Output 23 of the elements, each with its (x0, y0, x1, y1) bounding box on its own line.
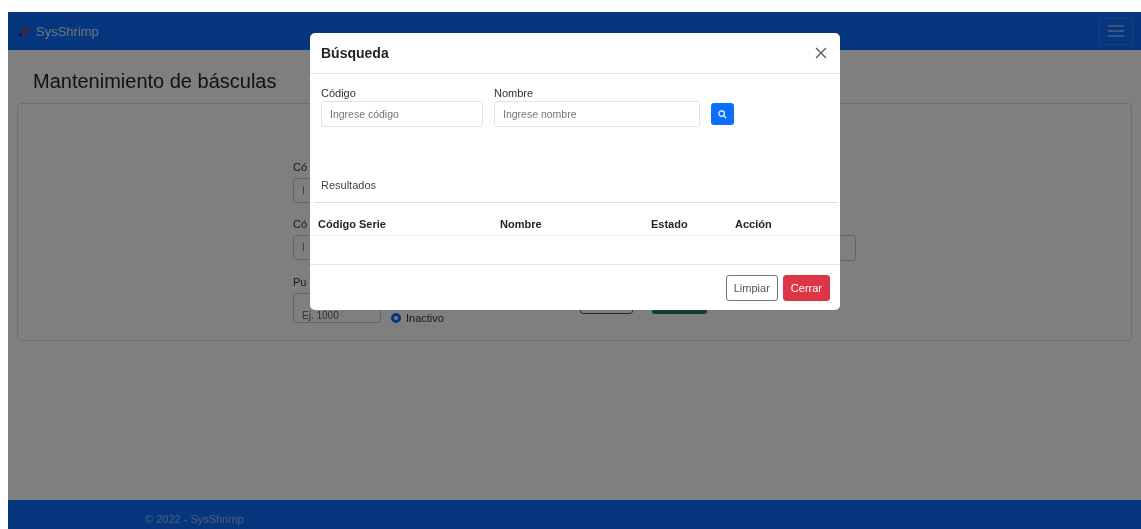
shrimp-icon (19, 25, 31, 37)
dialog-button[interactable]: Cerrar (782, 274, 830, 301)
column-header: Acción (735, 218, 773, 230)
field-label: Nombre (494, 87, 534, 99)
field-label: Có (293, 218, 308, 232)
field-label: Código (321, 87, 356, 99)
search-icon (718, 109, 727, 119)
close-button[interactable] (813, 45, 829, 61)
input-field[interactable]: Ingrese nombre (494, 101, 700, 127)
footer-text: © 2022 - SysShrimp (145, 513, 244, 525)
radio-option[interactable]: Inactivo (391, 312, 444, 324)
column-header: Estado (651, 218, 689, 230)
field-label: Có (293, 161, 308, 175)
results-label: Resultados (321, 179, 378, 191)
brand-name[interactable]: SysShrimp (36, 23, 99, 39)
dialog-button[interactable]: Limpiar (725, 274, 778, 301)
column-header: Nombre (500, 218, 543, 230)
dialog-title: Búsqueda (321, 45, 389, 61)
search-button[interactable] (711, 103, 734, 125)
close-icon (815, 47, 827, 59)
input-field[interactable]: Ingrese código (321, 101, 483, 127)
field-label: Pu (293, 276, 307, 290)
column-header: Código Serie (318, 218, 387, 230)
